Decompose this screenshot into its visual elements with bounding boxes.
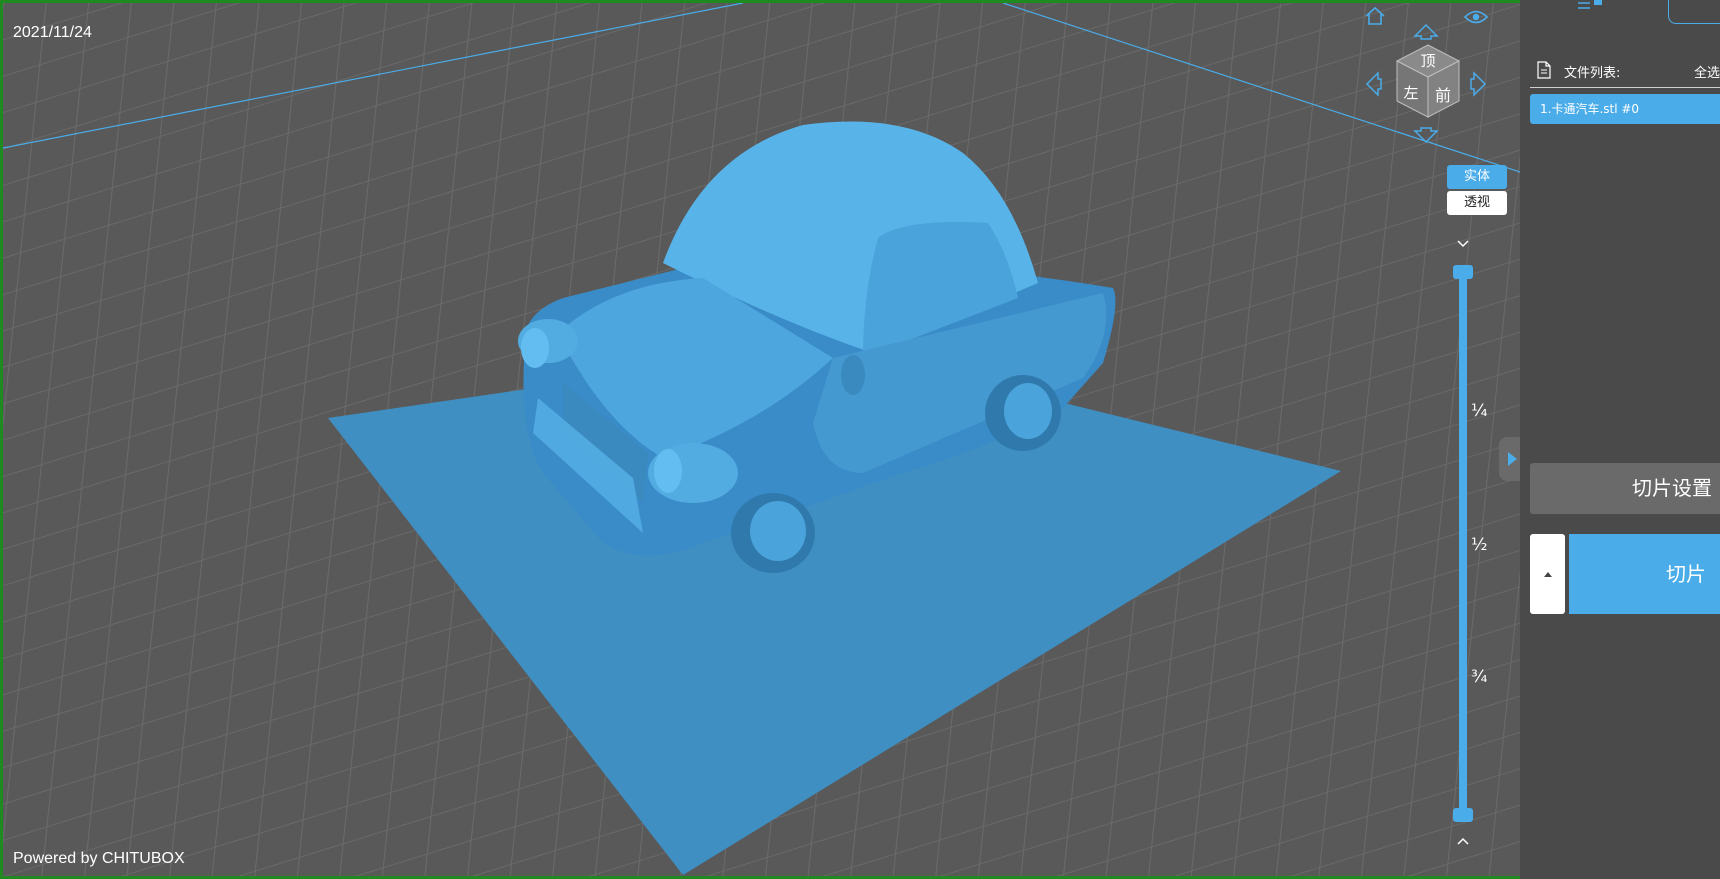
file-icon — [1537, 61, 1551, 79]
layer-slider-bottom-handle[interactable] — [1453, 808, 1473, 822]
sidebar-collapse-tab[interactable] — [1499, 437, 1520, 481]
3d-viewport[interactable]: 2021/11/24 Powered by CHITUBOX 顶 左 前 实体 … — [0, 0, 1520, 879]
file-list-label: 文件列表: — [1564, 66, 1621, 81]
slider-tick-three-quarter: ¾ — [1471, 667, 1488, 687]
chevron-up-icon[interactable] — [1455, 835, 1471, 847]
right-sidebar: 文件列表: 全选 1.卡通汽车.stl #0 切片设置 切片 — [1520, 0, 1720, 879]
view-cube-top: 顶 — [1420, 52, 1435, 70]
collapse-arrow-icon — [1508, 452, 1517, 466]
chevron-down-icon[interactable] — [1455, 238, 1471, 250]
slice-button[interactable]: 切片 — [1569, 534, 1720, 614]
arrow-left-icon[interactable] — [1364, 71, 1382, 97]
slider-tick-quarter: ¼ — [1471, 401, 1488, 421]
perspective-view-button[interactable]: 透视 — [1447, 191, 1507, 215]
arrow-down-icon[interactable] — [1413, 127, 1439, 145]
caret-up-icon — [1544, 572, 1552, 577]
menu-icon[interactable] — [1576, 0, 1606, 14]
powered-by-label: Powered by CHITUBOX — [13, 850, 185, 867]
file-list-item[interactable]: 1.卡通汽车.stl #0 — [1530, 94, 1720, 124]
layer-slider-top-handle[interactable] — [1453, 265, 1473, 279]
top-panel-tab[interactable] — [1668, 0, 1720, 24]
select-all-button[interactable]: 全选 — [1694, 62, 1720, 81]
date-label: 2021/11/24 — [13, 24, 92, 41]
arrow-right-icon[interactable] — [1470, 71, 1488, 97]
solid-view-button[interactable]: 实体 — [1447, 165, 1507, 189]
slice-settings-button[interactable]: 切片设置 — [1530, 463, 1720, 514]
view-cube-front: 前 — [1435, 86, 1451, 105]
view-cube[interactable]: 顶 左 前 — [1393, 43, 1463, 121]
build-scene[interactable] — [3, 3, 1520, 879]
view-cube-left: 左 — [1403, 84, 1418, 102]
slider-tick-half: ½ — [1471, 535, 1488, 555]
file-list-header: 文件列表: 全选 — [1530, 58, 1720, 88]
arrow-up-icon[interactable] — [1413, 22, 1439, 40]
slice-options-button[interactable] — [1530, 534, 1565, 614]
eye-icon[interactable] — [1463, 9, 1489, 25]
home-icon[interactable] — [1363, 5, 1387, 27]
layer-slider-track[interactable] — [1459, 271, 1467, 815]
